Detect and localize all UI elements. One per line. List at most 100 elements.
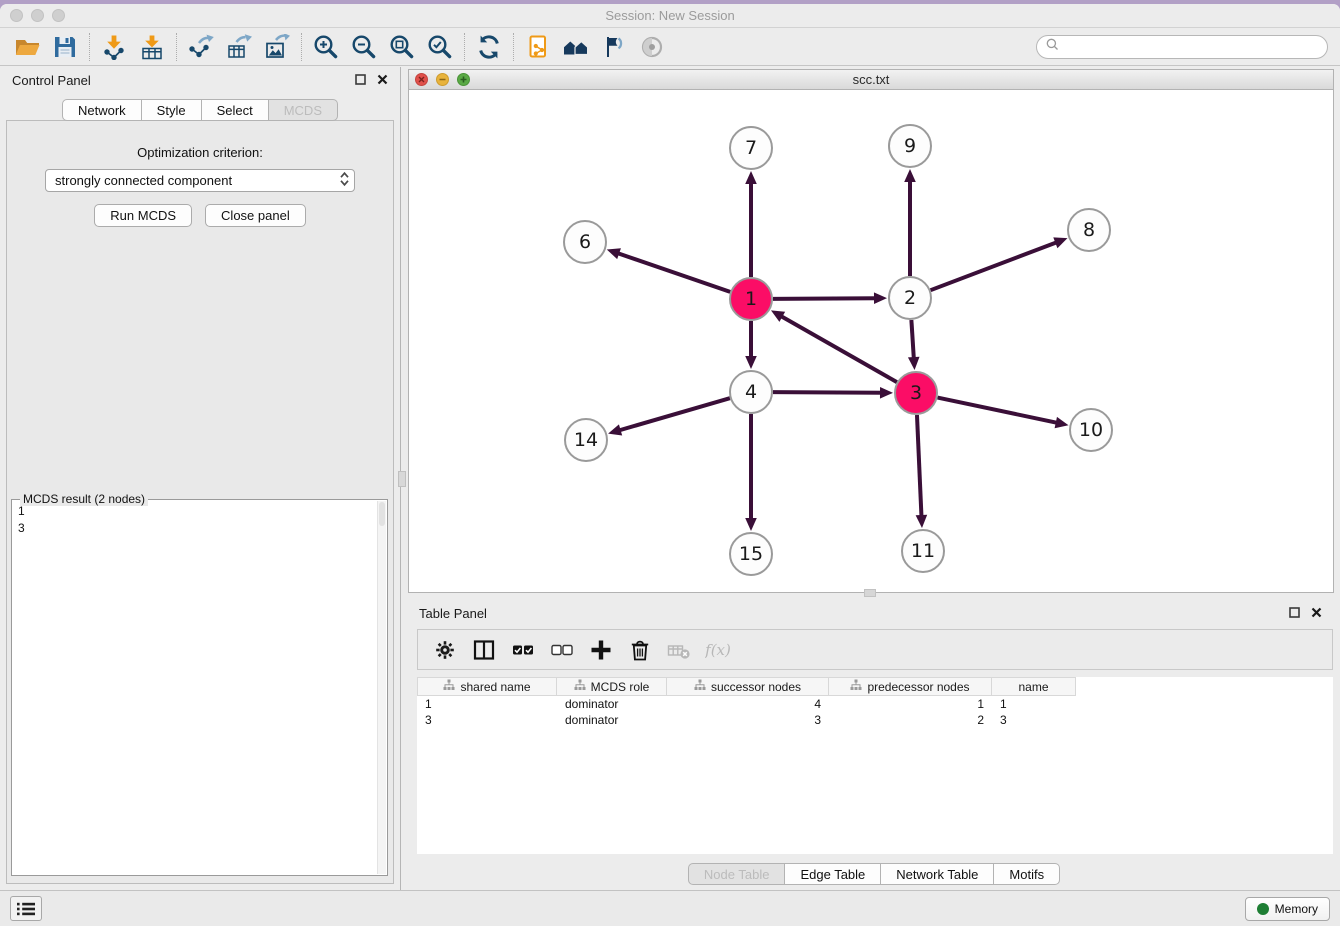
import-network-icon[interactable] [95, 31, 133, 63]
window-title: Session: New Session [605, 8, 734, 23]
zoom-out-icon[interactable] [345, 31, 383, 63]
network-view-window: scc.txt 1 2 3 4 6 7 8 9 10 11 14 15 [408, 69, 1334, 593]
network-close-button[interactable] [415, 73, 428, 86]
table-cell[interactable]: 1 [417, 696, 557, 712]
tab-mcds[interactable]: MCDS [269, 99, 338, 121]
close-window-button[interactable] [10, 9, 23, 22]
export-image-icon[interactable] [258, 31, 296, 63]
delete-table-icon[interactable] [661, 634, 697, 666]
optimization-criterion-dropdown[interactable]: strongly connected component [45, 169, 355, 192]
status-bar: Memory [0, 890, 1340, 926]
svg-text:9: 9 [904, 135, 916, 157]
float-panel-icon[interactable] [355, 73, 366, 88]
network-canvas[interactable]: 1 2 3 4 6 7 8 9 10 11 14 15 [409, 90, 1333, 592]
select-all-icon[interactable] [505, 634, 541, 666]
horizontal-splitter-handle[interactable] [864, 589, 876, 597]
tree-icon [443, 679, 455, 694]
apply-layout-icon[interactable] [470, 31, 508, 63]
graph-node-2[interactable]: 2 [889, 277, 931, 319]
new-network-from-selection-icon[interactable] [519, 31, 557, 63]
graph-node-8[interactable]: 8 [1068, 209, 1110, 251]
minimize-window-button[interactable] [31, 9, 44, 22]
graph-node-10[interactable]: 10 [1070, 409, 1112, 451]
zoom-window-button[interactable] [52, 9, 65, 22]
search-box[interactable] [1036, 35, 1328, 59]
table-panel: Table Panel f(x) shared nameMCDS rolesuc… [408, 601, 1340, 890]
close-panel-button[interactable]: Close panel [205, 204, 306, 227]
zoom-selected-icon[interactable] [421, 31, 459, 63]
deselect-all-icon[interactable] [544, 634, 580, 666]
hide-selected-icon[interactable] [595, 31, 633, 63]
graph-node-14[interactable]: 14 [565, 419, 607, 461]
memory-button[interactable]: Memory [1245, 897, 1330, 921]
import-table-icon[interactable] [133, 31, 171, 63]
network-maximize-button[interactable] [457, 73, 470, 86]
graph-node-9[interactable]: 9 [889, 125, 931, 167]
table-cell[interactable]: 3 [667, 712, 829, 728]
graph-node-15[interactable]: 15 [730, 533, 772, 575]
float-table-panel-icon[interactable] [1289, 606, 1300, 621]
function-builder-icon[interactable]: f(x) [700, 634, 736, 666]
tab-network[interactable]: Network [62, 99, 142, 121]
close-table-panel-icon[interactable] [1311, 606, 1322, 621]
export-network-icon[interactable] [182, 31, 220, 63]
task-history-button[interactable] [10, 896, 42, 921]
zoom-in-icon[interactable] [307, 31, 345, 63]
column-header-name[interactable]: name [992, 677, 1076, 696]
node-table[interactable]: shared nameMCDS rolesuccessor nodesprede… [417, 677, 1333, 854]
svg-text:f(x): f(x) [705, 641, 731, 659]
zoom-fit-icon[interactable] [383, 31, 421, 63]
graph-node-1[interactable]: 1 [730, 278, 772, 320]
table-cell[interactable]: 1 [992, 696, 1076, 712]
run-mcds-button[interactable]: Run MCDS [94, 204, 192, 227]
table-cell[interactable]: dominator [557, 696, 667, 712]
vertical-splitter-handle[interactable] [398, 471, 406, 487]
tab-node-table[interactable]: Node Table [688, 863, 786, 885]
column-header-predecessor-nodes[interactable]: predecessor nodes [829, 677, 992, 696]
settings-icon[interactable] [427, 634, 463, 666]
export-table-icon[interactable] [220, 31, 258, 63]
save-session-icon[interactable] [46, 31, 84, 63]
close-panel-icon[interactable] [377, 73, 388, 88]
show-all-icon[interactable] [633, 31, 671, 63]
table-cell[interactable]: 3 [417, 712, 557, 728]
tab-edge-table[interactable]: Edge Table [785, 863, 881, 885]
control-panel: Control Panel NetworkStyleSelectMCDS Opt… [0, 67, 401, 890]
graph-node-6[interactable]: 6 [564, 221, 606, 263]
column-header-MCDS-role[interactable]: MCDS role [557, 677, 667, 696]
tab-network-table[interactable]: Network Table [881, 863, 994, 885]
table-cell[interactable]: 4 [667, 696, 829, 712]
column-header-shared-name[interactable]: shared name [417, 677, 557, 696]
graph-node-4[interactable]: 4 [730, 371, 772, 413]
search-input[interactable] [1064, 37, 1327, 57]
tab-motifs[interactable]: Motifs [994, 863, 1060, 885]
delete-row-icon[interactable] [622, 634, 658, 666]
result-scrollbar[interactable] [377, 501, 386, 874]
control-panel-header: Control Panel [0, 67, 400, 93]
graph-node-11[interactable]: 11 [902, 530, 944, 572]
column-view-icon[interactable] [466, 634, 502, 666]
network-window-title: scc.txt [853, 72, 890, 87]
table-row[interactable]: 1dominator411 [417, 696, 1333, 712]
svg-text:15: 15 [739, 543, 763, 565]
table-row[interactable]: 3dominator323 [417, 712, 1333, 728]
table-cell[interactable]: 2 [829, 712, 992, 728]
open-file-icon[interactable] [8, 31, 46, 63]
svg-text:8: 8 [1083, 219, 1095, 241]
tree-icon [850, 679, 862, 694]
tab-select[interactable]: Select [202, 99, 269, 121]
add-row-icon[interactable] [583, 634, 619, 666]
toolbar-separator [176, 33, 177, 61]
network-minimize-button[interactable] [436, 73, 449, 86]
table-cell[interactable]: dominator [557, 712, 667, 728]
svg-text:11: 11 [911, 540, 935, 562]
tab-style[interactable]: Style [142, 99, 202, 121]
graph-node-7[interactable]: 7 [730, 127, 772, 169]
first-neighbors-icon[interactable] [557, 31, 595, 63]
table-cell[interactable]: 1 [829, 696, 992, 712]
window-controls[interactable] [10, 9, 65, 22]
table-cell[interactable]: 3 [992, 712, 1076, 728]
graph-node-3[interactable]: 3 [895, 372, 937, 414]
column-header-successor-nodes[interactable]: successor nodes [667, 677, 829, 696]
network-window-titlebar[interactable]: scc.txt [409, 70, 1333, 90]
